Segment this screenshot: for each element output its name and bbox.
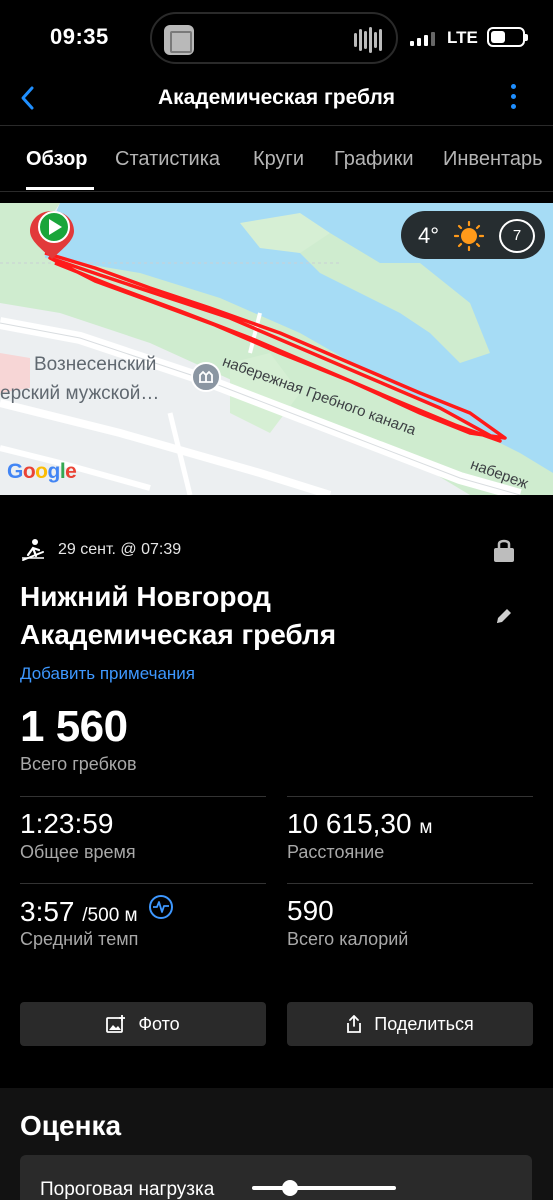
stat-value: 10 615,30 <box>287 808 412 839</box>
stat-value: 590 <box>287 895 334 926</box>
activity-meta: 29 сент. @ 07:39 <box>20 538 540 564</box>
stat-distance: 10 615,30 м Расстояние <box>287 796 533 876</box>
google-logo: Google <box>7 460 77 483</box>
tab-statistics[interactable]: Статистика <box>115 148 220 171</box>
add-notes-link[interactable]: Добавить примечания <box>20 664 195 684</box>
weather-badge: 4° 7 <box>401 211 545 259</box>
status-bar: 09:35 LTE <box>0 0 553 78</box>
status-time: 09:35 <box>50 24 109 49</box>
activity-date: 29 сент. @ 07:39 <box>58 541 182 558</box>
dynamic-island[interactable] <box>150 12 398 64</box>
tab-equipment[interactable]: Инвентарь <box>443 148 543 171</box>
pencil-icon[interactable] <box>494 606 514 626</box>
stat-total-time: 1:23:59 Общее время <box>20 796 266 876</box>
sun-icon <box>454 221 484 251</box>
temperature: 4° <box>418 223 440 248</box>
tab-overview[interactable]: Обзор <box>26 148 88 171</box>
pace-chart-icon[interactable] <box>149 895 174 919</box>
share-button[interactable]: Поделиться <box>287 1002 533 1046</box>
stat-avg-pace: 3:57 /500 м Средний темп <box>20 883 266 963</box>
rating-title: Оценка <box>20 1110 122 1141</box>
page-title: Академическая гребля <box>157 86 396 109</box>
cellular-signal-icon <box>410 32 435 46</box>
stat-label: Общее время <box>20 842 136 862</box>
nav-bar: Академическая гребля <box>0 78 553 126</box>
tab-bar: Обзор Статистика Круги Графики Инвентарь <box>0 128 553 192</box>
add-photo-icon <box>106 1015 126 1033</box>
tab-charts[interactable]: Графики <box>334 148 414 171</box>
stat-calories: 590 Всего калорий <box>287 883 533 963</box>
share-button-label: Поделиться <box>374 1013 474 1034</box>
load-slider-track <box>252 1186 396 1190</box>
activity-title-line1: Нижний Новгород <box>20 581 271 612</box>
poi-label-line2: ерский мужской… <box>0 383 160 404</box>
stat-label: Средний темп <box>20 929 139 949</box>
network-type: LTE <box>447 28 478 47</box>
stat-label: Всего калорий <box>287 929 409 949</box>
rowing-icon <box>22 539 44 561</box>
photo-button-label: Фото <box>138 1013 180 1034</box>
battery-icon <box>487 27 528 47</box>
wind-speed: 7 <box>499 219 535 253</box>
landmark-icon[interactable] <box>191 362 221 392</box>
poi-label-line1: Вознесенский <box>34 354 157 375</box>
activity-title: Нижний Новгород Академическая гребля <box>20 578 460 654</box>
stat-unit: м <box>419 817 433 838</box>
tab-laps[interactable]: Круги <box>253 148 304 171</box>
route-map[interactable]: 4° 7 Вознесенский ерский мужской… набере… <box>0 203 553 495</box>
photo-thumbnail-icon <box>164 25 194 55</box>
stat-unit: /500 м <box>82 905 138 926</box>
total-strokes-value: 1 560 <box>20 702 128 751</box>
activity-title-line2: Академическая гребля <box>20 619 337 650</box>
active-tab-indicator <box>26 187 94 190</box>
stat-label: Расстояние <box>287 842 385 862</box>
training-load-card[interactable]: Пороговая нагрузка <box>20 1155 532 1200</box>
load-slider-knob[interactable] <box>282 1180 298 1196</box>
lock-icon[interactable] <box>493 537 515 563</box>
training-load-label: Пороговая нагрузка <box>40 1179 215 1200</box>
total-strokes-label: Всего гребков <box>20 754 137 774</box>
stat-value: 3:57 <box>20 896 75 927</box>
share-icon <box>347 1015 362 1033</box>
stat-value: 1:23:59 <box>20 808 114 839</box>
vertical-dots-icon[interactable] <box>511 84 517 109</box>
audio-wave-icon <box>354 26 382 54</box>
photo-button[interactable]: Фото <box>20 1002 266 1046</box>
